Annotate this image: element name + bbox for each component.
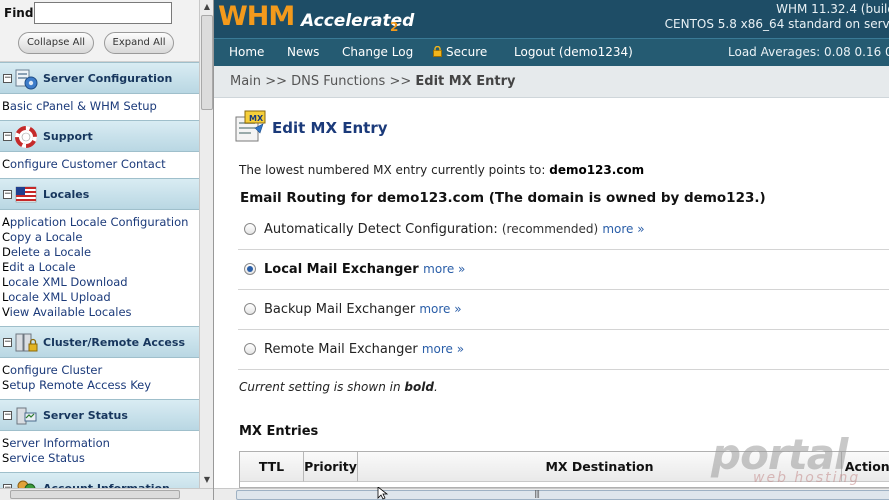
find-input[interactable]	[34, 2, 172, 24]
gears-icon	[15, 69, 38, 90]
section-title: Server Status	[43, 409, 128, 422]
radio-local[interactable]	[244, 263, 256, 275]
collapse-toggle-icon[interactable]: −	[3, 190, 12, 199]
sidebar-link-copy-locale[interactable]: Copy a Locale	[2, 230, 82, 245]
section-title: Support	[43, 130, 93, 143]
radio-backup[interactable]	[244, 303, 256, 315]
scroll-thumb[interactable]	[10, 490, 180, 499]
load-averages: Load Averages: 0.08 0.16 0	[728, 45, 889, 59]
nav-home[interactable]: Home	[229, 45, 264, 59]
collapse-toggle-icon[interactable]: −	[3, 411, 12, 420]
nav-change-log[interactable]: Change Log	[342, 45, 413, 59]
option-automatic[interactable]: Automatically Detect Configuration: (rec…	[238, 210, 889, 250]
option-backup[interactable]: Backup Mail Exchanger more »	[238, 290, 889, 330]
lifebuoy-icon	[15, 126, 37, 148]
logo-whm: WHM	[218, 1, 295, 32]
svg-text:MX: MX	[249, 114, 264, 123]
section-title: Cluster/Remote Access	[43, 336, 185, 349]
mx-pointer-note: The lowest numbered MX entry currently p…	[239, 163, 645, 177]
section-title: Server Configuration	[43, 72, 173, 85]
find-label: Find	[4, 6, 34, 20]
sidebar-link-basic-setup[interactable]: Basic cPanel & WHM Setup	[2, 99, 157, 114]
mx-entries-title: MX Entries	[239, 424, 319, 439]
more-link[interactable]: more »	[422, 342, 464, 356]
sidebar-link-setup-remote-access-key[interactable]: Setup Remote Access Key	[2, 378, 151, 393]
sidebar-link-edit-locale[interactable]: Edit a Locale	[2, 260, 76, 275]
breadcrumb-main[interactable]: Main	[230, 74, 261, 89]
option-label[interactable]: Automatically Detect Configuration: (rec…	[264, 222, 645, 237]
section-support[interactable]: − Support	[0, 120, 199, 152]
scroll-grip-icon: |||	[534, 489, 540, 498]
os-text: CENTOS 5.8 x86_64 standard on serve	[664, 17, 889, 31]
option-remote[interactable]: Remote Mail Exchanger more »	[238, 330, 889, 370]
option-label[interactable]: Remote Mail Exchanger more »	[264, 342, 464, 357]
more-link[interactable]: more »	[419, 302, 461, 316]
sidebar-link-configure-customer-contact[interactable]: Configure Customer Contact	[2, 157, 166, 172]
breadcrumb-dns-functions[interactable]: DNS Functions	[291, 74, 385, 89]
top-banner: WHM Accelerated 2 WHM 11.32.4 (build CEN…	[214, 0, 889, 38]
watermark-logo: portal web hosting	[711, 430, 861, 486]
more-link[interactable]: more »	[423, 262, 465, 276]
collapse-toggle-icon[interactable]: −	[3, 338, 12, 347]
flag-icon	[15, 186, 37, 203]
main-frame: WHM Accelerated 2 WHM 11.32.4 (build CEN…	[214, 0, 889, 500]
radio-remote[interactable]	[244, 343, 256, 355]
scroll-thumb[interactable]	[236, 490, 889, 500]
server-status-icon	[16, 407, 37, 425]
collapse-toggle-icon[interactable]: −	[3, 74, 12, 83]
left-nav-frame: Find Collapse All Expand All − Server Co…	[0, 0, 214, 500]
lock-icon	[433, 46, 442, 57]
breadcrumb-current: Edit MX Entry	[415, 74, 516, 89]
sidebar-link-delete-locale[interactable]: Delete a Locale	[2, 245, 91, 260]
logo-sub: 2	[390, 20, 399, 34]
app-window: Find Collapse All Expand All − Server Co…	[0, 0, 889, 500]
expand-all-button[interactable]: Expand All	[104, 32, 174, 54]
main-horizontal-scrollbar[interactable]: |||	[214, 488, 889, 500]
nav-logout[interactable]: Logout (demo1234)	[514, 45, 633, 59]
sidebar-link-service-status[interactable]: Service Status	[2, 451, 85, 466]
sidebar-link-server-information[interactable]: Server Information	[2, 436, 110, 451]
scroll-thumb[interactable]	[201, 15, 213, 110]
column-header-priority: Priority	[304, 452, 358, 482]
section-locales[interactable]: − Locales	[0, 178, 199, 210]
section-title: Locales	[43, 188, 90, 201]
more-link[interactable]: more »	[602, 222, 644, 236]
top-nav: Home News Change Log Secure Logout (demo…	[214, 38, 889, 66]
version-text: WHM 11.32.4 (build	[776, 2, 889, 16]
nav-news[interactable]: News	[287, 45, 319, 59]
sidebar-link-view-available-locales[interactable]: View Available Locales	[2, 305, 132, 320]
section-cluster-remote-access[interactable]: − Cluster/Remote Access	[0, 326, 199, 358]
section-server-status[interactable]: − Server Status	[0, 399, 199, 431]
sidebar-link-locale-xml-download[interactable]: Locale XML Download	[2, 275, 128, 290]
sidebar-link-application-locale-configuration[interactable]: Application Locale Configuration	[2, 215, 188, 230]
sidebar-link-configure-cluster[interactable]: Configure Cluster	[2, 363, 102, 378]
mx-entry-icon: MX	[235, 110, 266, 142]
section-server-configuration[interactable]: − Server Configuration	[0, 62, 199, 94]
mouse-cursor-icon	[377, 487, 389, 500]
servers-lock-icon	[15, 333, 38, 352]
radio-automatic[interactable]	[244, 223, 256, 235]
current-setting-note: Current setting is shown in bold.	[239, 380, 438, 394]
scroll-down-arrow-icon[interactable]: ▼	[200, 473, 213, 487]
collapse-all-button[interactable]: Collapse All	[18, 32, 94, 54]
sidebar-link-locale-xml-upload[interactable]: Locale XML Upload	[2, 290, 111, 305]
option-label[interactable]: Local Mail Exchanger more »	[264, 262, 465, 277]
left-vertical-scrollbar[interactable]: ▲ ▼	[199, 0, 213, 488]
email-routing-heading: Email Routing for demo123.com (The domai…	[240, 190, 766, 206]
collapse-toggle-icon[interactable]: −	[3, 132, 12, 141]
page-title: Edit MX Entry	[272, 119, 388, 137]
left-horizontal-scrollbar[interactable]	[0, 488, 213, 500]
nav-secure[interactable]: Secure	[433, 45, 487, 59]
column-header-ttl: TTL	[240, 452, 304, 482]
scroll-up-arrow-icon[interactable]: ▲	[200, 0, 213, 14]
option-local[interactable]: Local Mail Exchanger more »	[238, 250, 889, 290]
option-label[interactable]: Backup Mail Exchanger more »	[264, 302, 462, 317]
breadcrumb: Main >> DNS Functions >> Edit MX Entry	[214, 66, 889, 98]
find-panel: Find Collapse All Expand All	[0, 0, 199, 62]
